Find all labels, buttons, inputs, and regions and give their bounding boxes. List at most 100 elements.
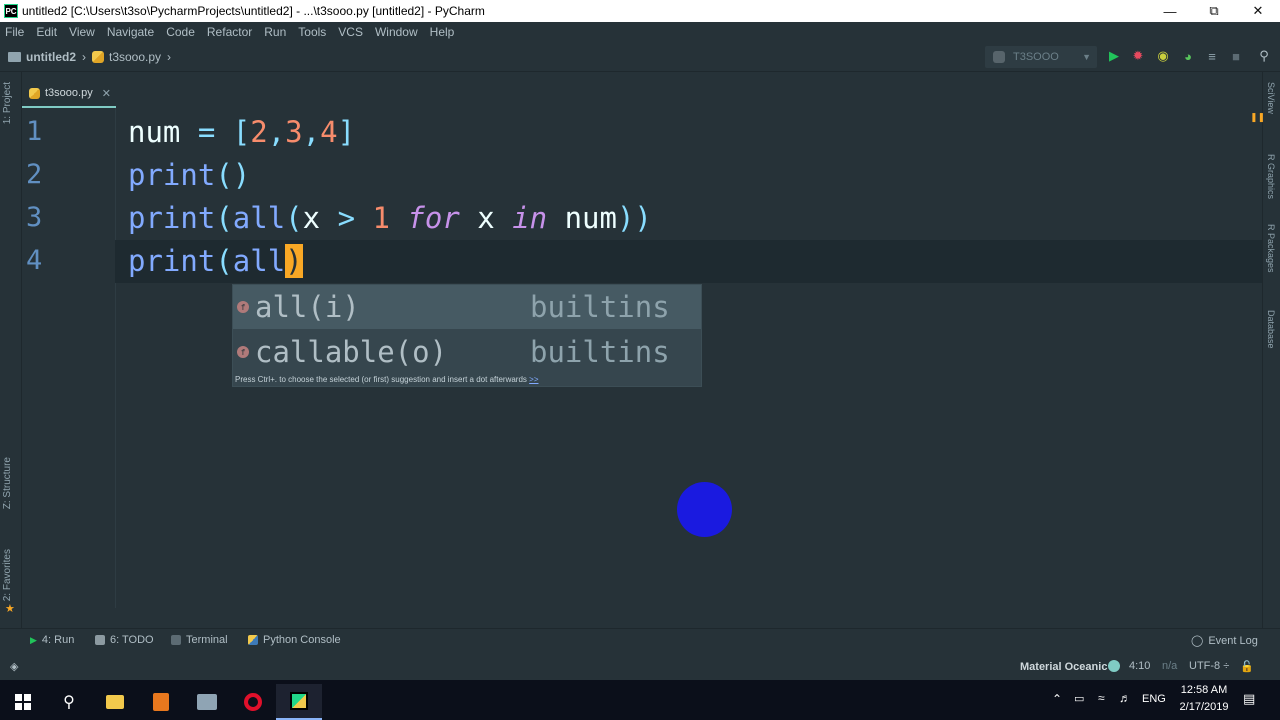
debug-icon[interactable]: ✹ <box>1130 48 1146 64</box>
favorites-tool-button[interactable]: 2: Favorites <box>2 549 13 601</box>
code-line-4: print(all) <box>115 240 1262 283</box>
opera-icon[interactable] <box>230 684 276 720</box>
tool-windows-toggle-icon[interactable]: ◈ <box>10 660 18 673</box>
menu-help[interactable]: Help <box>424 25 461 39</box>
editor-tab-bar: t3sooo.py ✕ <box>22 72 1262 108</box>
volume-icon[interactable]: ♬ <box>1119 691 1131 705</box>
file-explorer-icon[interactable] <box>92 684 138 720</box>
run-tool-button[interactable]: ▶ 4: Run <box>30 634 74 646</box>
run-icon[interactable]: ▶ <box>1106 48 1122 64</box>
function-icon: f <box>237 346 249 358</box>
clock-time[interactable]: 12:58 AM <box>1174 684 1234 696</box>
terminal-tool-label: Terminal <box>186 634 228 646</box>
code-token: print <box>128 244 216 278</box>
menu-window[interactable]: Window <box>369 25 424 39</box>
file-encoding[interactable]: UTF-8 ÷ <box>1189 660 1229 672</box>
close-icon[interactable]: ✕ <box>1236 0 1280 22</box>
run-tool-label: 4: Run <box>41 634 75 646</box>
clock-date[interactable]: 2/17/2019 <box>1174 701 1234 713</box>
function-icon: f <box>237 301 249 313</box>
line-number: 3 <box>26 202 43 233</box>
line-separator[interactable]: n/a <box>1162 660 1177 672</box>
run-configuration-select[interactable]: T3SOOO ▼ <box>985 46 1097 68</box>
python-file-icon <box>29 87 40 99</box>
r-graphics-tool-button[interactable]: R Graphics <box>1266 154 1276 199</box>
star-icon: ★ <box>5 603 15 615</box>
code-token: 2 <box>250 115 268 149</box>
coverage-icon[interactable]: ◉ <box>1155 48 1171 64</box>
minimize-icon[interactable]: — <box>1148 0 1192 22</box>
structure-tool-button[interactable]: Z: Structure <box>2 457 13 509</box>
r-packages-tool-button[interactable]: R Packages <box>1266 224 1276 273</box>
restore-icon[interactable]: ⧉ <box>1192 0 1236 22</box>
battery-icon[interactable]: ▭ <box>1074 692 1084 705</box>
menu-run[interactable]: Run <box>258 25 292 39</box>
event-log-tool-button[interactable]: ◯ Event Log <box>1191 634 1258 648</box>
caret-position[interactable]: 4:10 <box>1129 660 1150 672</box>
code-token: [ <box>232 115 251 149</box>
code-token: for <box>407 201 460 235</box>
project-tool-button[interactable]: 1: Project <box>2 82 13 124</box>
completion-hint-link[interactable]: >> <box>529 375 538 384</box>
windows-taskbar: ⚲ ⌃ ▭ ≈ ♬ ENG 12:58 AM 2/17/2019 ▤ <box>0 680 1280 720</box>
sciview-tool-button[interactable]: SciView <box>1266 82 1276 114</box>
code-token: > <box>337 201 373 235</box>
close-tab-icon[interactable]: ✕ <box>102 87 111 100</box>
left-tool-strip: 1: Project Z: Structure 2: Favorites ★ <box>0 72 22 628</box>
concurrency-icon[interactable]: ≡ <box>1204 48 1220 64</box>
windows-start-icon[interactable] <box>0 684 46 720</box>
mouse-cursor-indicator <box>677 482 732 537</box>
database-tool-button[interactable]: Database <box>1266 310 1276 349</box>
theme-indicator[interactable]: Material Oceanic <box>1020 661 1107 673</box>
completion-item[interactable]: f callable(o) builtins <box>233 330 701 374</box>
menu-refactor[interactable]: Refactor <box>201 25 258 39</box>
menu-code[interactable]: Code <box>160 25 201 39</box>
menu-navigate[interactable]: Navigate <box>101 25 160 39</box>
run-configuration-label: T3SOOO <box>1013 51 1059 63</box>
code-line-2: print() <box>128 154 1258 197</box>
code-token: () <box>215 158 251 192</box>
wifi-icon[interactable]: ≈ <box>1098 691 1105 705</box>
profile-icon[interactable]: ◕ <box>1180 48 1196 64</box>
lock-icon[interactable]: 🔓 <box>1240 660 1254 673</box>
code-token: num <box>547 201 617 235</box>
sublime-text-icon[interactable] <box>138 684 184 720</box>
editor-tab[interactable]: t3sooo.py ✕ <box>22 80 116 108</box>
menu-edit[interactable]: Edit <box>30 25 63 39</box>
menu-vcs[interactable]: VCS <box>332 25 369 39</box>
code-completion-popup: f all(i) builtins f callable(o) builtins… <box>232 284 702 387</box>
search-icon[interactable]: ⚲ <box>46 684 92 720</box>
menu-tools[interactable]: Tools <box>292 25 332 39</box>
code-token: print <box>128 158 216 192</box>
editor-tab-label: t3sooo.py <box>45 87 93 99</box>
terminal-tool-button[interactable]: Terminal <box>171 634 228 646</box>
app-window-icon[interactable] <box>184 684 230 720</box>
line-number: 1 <box>26 116 43 147</box>
code-token: ( <box>215 244 233 278</box>
breadcrumb-file[interactable]: t3sooo.py <box>92 50 161 64</box>
completion-source: builtins <box>530 290 670 324</box>
window-title: untitled2 [C:\Users\t3so\PycharmProjects… <box>22 4 485 18</box>
search-everywhere-icon[interactable]: ⚲ <box>1256 48 1272 64</box>
pycharm-taskbar-icon[interactable] <box>276 684 322 720</box>
language-indicator[interactable]: ENG <box>1142 693 1166 705</box>
menu-view[interactable]: View <box>63 25 101 39</box>
folder-icon <box>8 51 21 62</box>
completion-source: builtins <box>530 335 670 369</box>
breadcrumb-project[interactable]: untitled2 <box>0 50 76 64</box>
python-console-tool-button[interactable]: Python Console <box>248 634 341 646</box>
breadcrumb-file-label: t3sooo.py <box>109 49 162 64</box>
todo-tool-button[interactable]: 6: TODO <box>95 634 154 646</box>
code-token: x <box>459 201 513 235</box>
right-tool-strip: SciView R Graphics R Packages Database <box>1262 72 1280 628</box>
code-token: 4 <box>320 115 338 149</box>
chevron-up-icon[interactable]: ⌃ <box>1052 692 1062 706</box>
notifications-icon[interactable]: ▤ <box>1243 691 1255 707</box>
tool-window-bar: ▶ 4: Run 6: TODO Terminal Python Console… <box>0 628 1280 652</box>
line-number: 2 <box>26 159 43 190</box>
title-bar: PC untitled2 [C:\Users\t3so\PycharmProje… <box>0 0 1280 22</box>
completion-hint-text: Press Ctrl+. to choose the selected (or … <box>235 375 527 384</box>
menu-file[interactable]: File <box>0 25 30 39</box>
completion-item[interactable]: f all(i) builtins <box>233 285 701 329</box>
stop-icon[interactable]: ■ <box>1228 48 1244 64</box>
